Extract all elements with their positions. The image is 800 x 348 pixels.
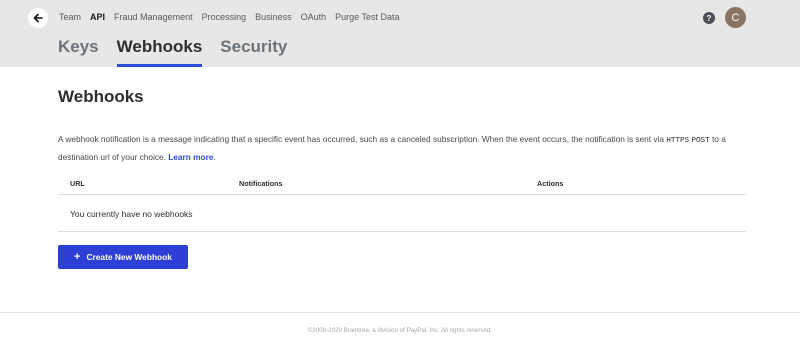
learn-more-link[interactable]: Learn more	[168, 152, 213, 162]
nav-item-fraud-management[interactable]: Fraud Management	[114, 12, 193, 22]
top-header: Team API Fraud Management Processing Bus…	[0, 0, 800, 67]
nav-item-business[interactable]: Business	[255, 12, 292, 22]
code-https: HTTPS	[666, 137, 690, 145]
avatar[interactable]: C	[725, 7, 746, 28]
column-header-actions: Actions	[537, 179, 564, 188]
column-header-notifications: Notifications	[239, 179, 283, 188]
tab-security[interactable]: Security	[220, 37, 287, 67]
tab-webhooks[interactable]: Webhooks	[116, 37, 202, 67]
nav-item-purge-test-data[interactable]: Purge Test Data	[335, 12, 399, 22]
nav-item-oauth[interactable]: OAuth	[301, 12, 327, 22]
description-text: A webhook notification is a message indi…	[58, 134, 667, 144]
webhook-description: A webhook notification is a message indi…	[58, 131, 758, 165]
webhooks-table: URL Notifications Actions You currently …	[58, 172, 746, 232]
nav-item-api[interactable]: API	[90, 12, 105, 22]
footer-copyright: ©2008-2020 Braintree, a division of PayP…	[307, 327, 493, 334]
create-button-label: Create New Webhook	[86, 252, 172, 262]
plus-icon: +	[74, 250, 81, 263]
table-header-row: URL Notifications Actions	[58, 172, 746, 195]
footer-divider	[0, 312, 800, 313]
code-post: POST	[691, 137, 710, 145]
empty-table-message: You currently have no webhooks	[70, 209, 193, 219]
table-row: You currently have no webhooks	[58, 195, 746, 232]
help-icon[interactable]: ?	[703, 12, 715, 24]
top-navigation: Team API Fraud Management Processing Bus…	[59, 12, 409, 22]
back-button[interactable]	[28, 8, 48, 28]
page-title: Webhooks	[58, 87, 144, 106]
nav-item-processing[interactable]: Processing	[202, 12, 247, 22]
create-new-webhook-button[interactable]: + Create New Webhook	[58, 245, 188, 269]
column-header-url: URL	[70, 179, 85, 188]
description-period: .	[213, 152, 216, 162]
tab-keys[interactable]: Keys	[58, 37, 99, 67]
nav-item-team[interactable]: Team	[59, 12, 81, 22]
tab-bar: Keys Webhooks Security	[58, 37, 305, 67]
arrow-left-icon	[33, 13, 43, 23]
